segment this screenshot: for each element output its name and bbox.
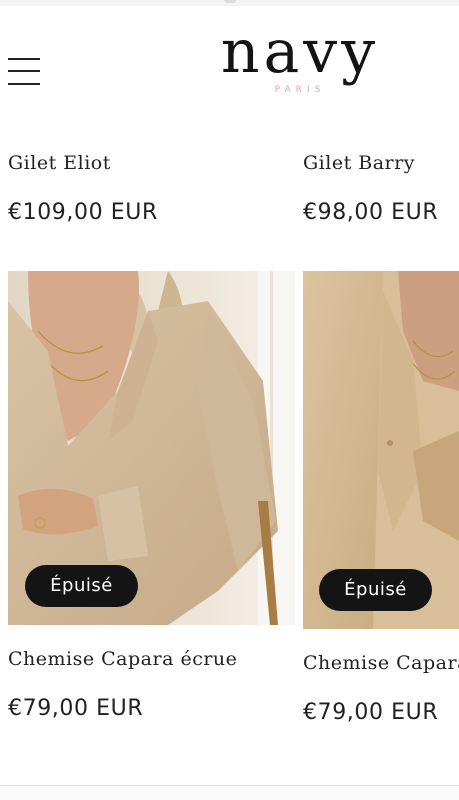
product-price: €79,00 EUR bbox=[303, 700, 439, 725]
product-image[interactable]: Épuisé bbox=[303, 271, 459, 629]
site-header: navy PARIS bbox=[0, 6, 459, 116]
product-title[interactable]: Chemise Capara écrue bbox=[8, 648, 237, 670]
product-card-left[interactable]: Chemise Capara écrue €79,00 EUR bbox=[8, 648, 237, 721]
product-card-top-left[interactable]: Gilet Eliot €109,00 EUR bbox=[8, 152, 158, 225]
sold-out-badge: Épuisé bbox=[319, 569, 432, 611]
product-title[interactable]: Chemise Capara bbox=[303, 652, 459, 674]
menu-line bbox=[8, 70, 40, 72]
logo-wordmark: navy bbox=[220, 17, 380, 87]
product-title[interactable]: Gilet Barry bbox=[303, 152, 438, 174]
product-price: €79,00 EUR bbox=[8, 696, 144, 721]
product-title[interactable]: Gilet Eliot bbox=[8, 152, 158, 174]
product-price: €109,00 EUR bbox=[8, 200, 158, 225]
menu-line bbox=[8, 83, 40, 85]
hamburger-menu-icon[interactable] bbox=[8, 56, 42, 88]
product-image[interactable]: Épuisé bbox=[8, 271, 295, 625]
sold-out-badge: Épuisé bbox=[25, 565, 138, 607]
product-card-right[interactable]: Chemise Capara €79,00 EUR bbox=[303, 652, 459, 725]
bottom-bar bbox=[0, 786, 459, 800]
product-card-top-right[interactable]: Gilet Barry €98,00 EUR bbox=[303, 152, 438, 225]
menu-line bbox=[8, 58, 40, 60]
status-indicator bbox=[224, 0, 236, 3]
site-logo[interactable]: navy PARIS bbox=[205, 22, 395, 102]
product-price: €98,00 EUR bbox=[303, 200, 439, 225]
